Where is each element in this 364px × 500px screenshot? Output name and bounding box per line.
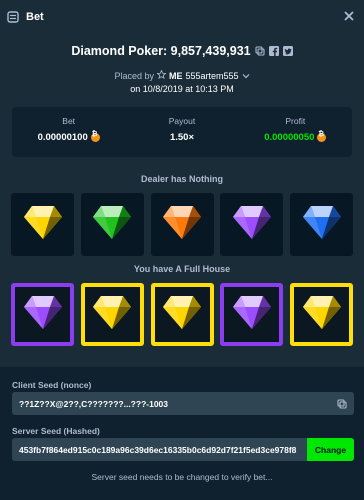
- dealer-gem-card: [11, 193, 74, 256]
- dealer-result-label: Dealer has Nothing: [140, 174, 223, 184]
- player-gem-card: [11, 283, 74, 346]
- profit-label: Profit: [285, 116, 306, 126]
- server-seed-value: 453fb7f864ed915c0c189a96c39d6ec16335b0c6…: [19, 444, 297, 455]
- green-gem-icon: [92, 203, 132, 246]
- placed-by-line: Placed by ME 555artem555: [0, 69, 364, 81]
- username-link[interactable]: 555artem555: [185, 71, 238, 81]
- dealer-gem-card: [290, 193, 353, 256]
- player-gem-card: [290, 283, 353, 346]
- twitter-icon[interactable]: [282, 46, 293, 56]
- game-title: Diamond Poker: 9,857,439,931: [71, 44, 251, 58]
- chevron-down-icon[interactable]: [242, 71, 250, 81]
- purple-gem-icon: [232, 293, 272, 336]
- star-icon: [156, 69, 167, 81]
- bitcoin-icon: [317, 131, 327, 142]
- close-icon[interactable]: [342, 9, 356, 23]
- client-seed-value: ??1Z??X@2??,C???????...???-1003: [19, 398, 169, 409]
- modal-title: Bet: [26, 11, 44, 23]
- game-title-row: Diamond Poker: 9,857,439,931: [0, 44, 364, 58]
- bet-slip-icon: [6, 10, 20, 24]
- bet-value: 0.00000100: [37, 132, 88, 143]
- payout-label: Payout: [168, 116, 196, 126]
- bet-date: on 10/8/2019 at 10:13 PM: [130, 84, 234, 94]
- profit-stat: Profit 0.00000050: [239, 107, 352, 157]
- dealer-gem-card: [80, 193, 144, 256]
- bet-stats-panel: Bet 0.00000100 Payout 1.50× Profit 0.000…: [12, 107, 352, 157]
- profit-value: 0.00000050: [264, 132, 315, 143]
- payout-stat: Payout 1.50×: [125, 107, 238, 157]
- dealer-gem-card: [220, 193, 284, 256]
- change-seed-button[interactable]: Change: [307, 438, 354, 461]
- modal-header: Bet: [0, 0, 364, 34]
- player-gem-card: [80, 283, 144, 346]
- server-seed-label: Server Seed (Hashed): [12, 426, 100, 436]
- copy-icon[interactable]: [255, 46, 265, 56]
- dealer-gem-card: [150, 193, 214, 256]
- yellow-gem-icon: [23, 203, 63, 246]
- blue-gem-icon: [302, 203, 342, 246]
- player-result-label: You have A Full House: [133, 264, 231, 274]
- yellow-gem-icon: [92, 293, 132, 336]
- bitcoin-icon: [90, 131, 100, 142]
- player-gem-card: [150, 283, 214, 346]
- user-tag: ME: [168, 70, 183, 81]
- yellow-gem-icon: [302, 293, 342, 336]
- purple-gem-icon: [232, 203, 272, 246]
- player-gem-card: [220, 283, 284, 346]
- bet-stat: Bet 0.00000100: [12, 107, 125, 157]
- payout-value: 1.50×: [169, 132, 195, 143]
- verify-note: Server seed needs to be changed to verif…: [91, 472, 273, 482]
- purple-gem-icon: [23, 293, 63, 336]
- orange-gem-icon: [162, 203, 202, 246]
- player-gem-row: [11, 283, 353, 346]
- placed-by-label: Placed by: [114, 70, 154, 81]
- facebook-icon[interactable]: [268, 46, 279, 56]
- server-seed-field[interactable]: 453fb7f864ed915c0c189a96c39d6ec16335b0c6…: [12, 438, 354, 461]
- copy-icon[interactable]: [330, 392, 354, 415]
- client-seed-field[interactable]: ??1Z??X@2??,C???????...???-1003: [12, 392, 354, 415]
- bet-label: Bet: [62, 116, 76, 126]
- client-seed-label: Client Seed (nonce): [12, 380, 92, 390]
- yellow-gem-icon: [162, 293, 202, 336]
- dealer-gem-row: [11, 193, 353, 256]
